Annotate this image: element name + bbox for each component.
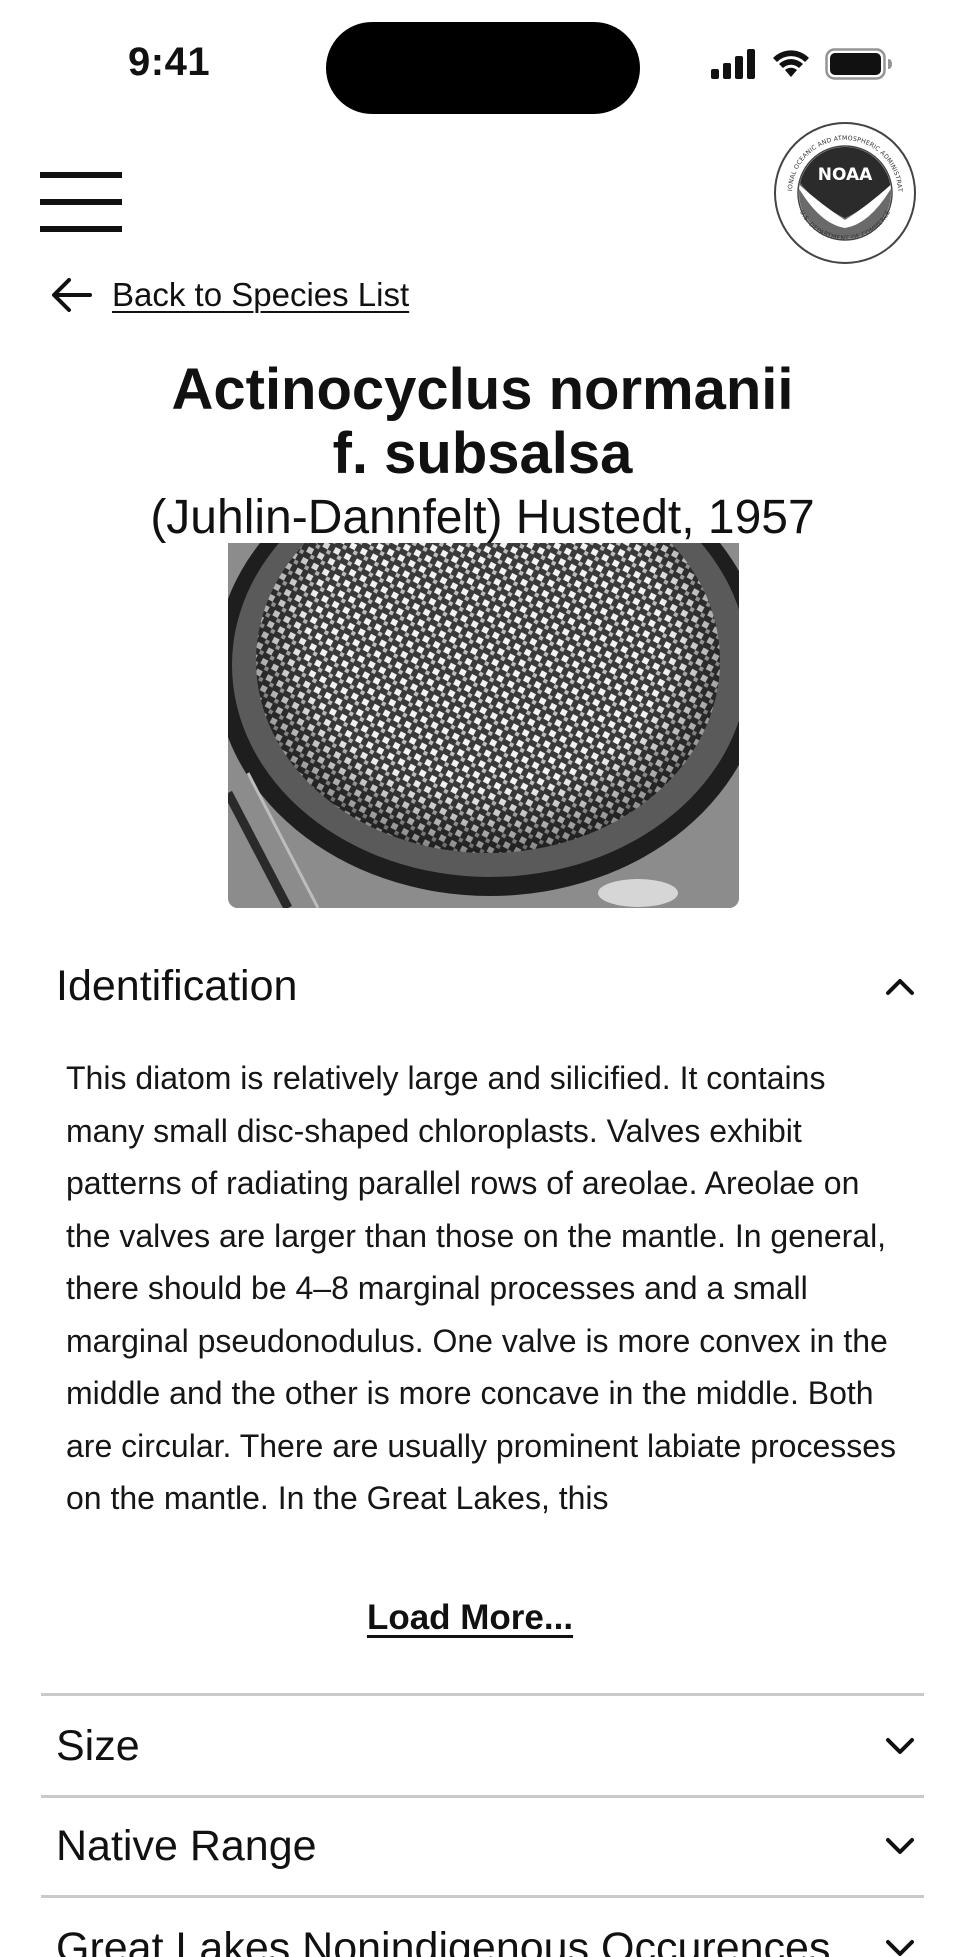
size-title: Size [56,1721,140,1770]
dynamic-island [326,22,640,114]
logo-wordmark: NOAA [818,165,873,185]
section-divider [41,1795,924,1798]
chevron-down-icon [886,1940,914,1956]
back-link-label: Back to Species List [112,276,410,313]
chevron-down-icon [886,1738,914,1754]
status-icons [711,48,893,80]
native-range-section-header[interactable]: Native Range [56,1816,918,1876]
noaa-logo[interactable]: NOAA NATIONAL OCEANIC AND ATMOSPHERIC AD… [772,120,918,266]
occurrences-section-header[interactable]: Great Lakes Nonindigenous Occurences [56,1918,918,1957]
identification-body: This diatom is relatively large and sili… [66,1060,897,1516]
menu-button[interactable] [40,172,122,234]
section-divider [41,1895,924,1898]
section-divider [41,1693,924,1696]
hamburger-menu-icon [40,172,122,178]
battery-icon [825,48,892,80]
wifi-icon [773,50,809,77]
species-name-line2: f. subsalsa [332,421,633,486]
hamburger-menu-icon-line [40,199,122,205]
species-photo [228,543,739,908]
species-authority: (Juhlin-Dannfelt) Hustedt, 1957 [150,491,815,544]
cellular-signal-icon [711,49,755,79]
size-section-header[interactable]: Size [56,1716,918,1776]
occurrences-title: Great Lakes Nonindigenous Occurences [56,1923,831,1957]
identification-section-header[interactable]: Identification [56,955,918,1017]
chevron-down-icon [886,1838,914,1854]
status-time: 9:41 [128,40,211,84]
species-title: Actinocyclus normanii f. subsalsa (Juhli… [0,358,965,546]
hamburger-menu-icon-line [40,226,122,232]
status-bar: 9:41 [0,0,965,120]
load-more-button[interactable]: Load More... [0,1598,940,1638]
arrow-left-icon [52,278,92,312]
identification-title: Identification [56,961,298,1010]
back-to-species-list-link[interactable]: Back to Species List [50,276,409,314]
chevron-up-icon [886,979,914,995]
native-range-title: Native Range [56,1821,317,1870]
species-name-line1: Actinocyclus normanii [171,357,794,422]
